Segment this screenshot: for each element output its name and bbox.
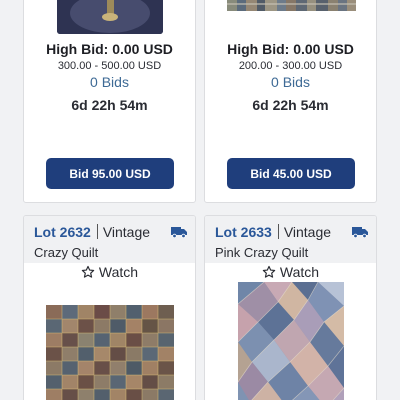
star-outline-icon [81, 265, 95, 278]
divider [277, 224, 279, 239]
lot-card: Lot 2632 Vintage Crazy Quilt Watch [23, 215, 196, 400]
bid-button[interactable]: Bid 95.00 USD [46, 158, 174, 189]
lot-image[interactable] [46, 305, 174, 400]
lot-category: Vintage [102, 224, 151, 240]
divider [96, 224, 98, 239]
bid-button[interactable]: Bid 45.00 USD [227, 158, 355, 189]
lot-title[interactable]: Crazy Quilt [34, 245, 98, 260]
truck-icon [171, 227, 187, 238]
lot-number[interactable]: Lot 2633 [215, 224, 272, 240]
high-bid: High Bid: 0.00 USD [46, 41, 173, 57]
lot-title-line[interactable]: Lot 2633 Vintage [215, 224, 331, 240]
lot-grid: High Bid: 0.00 USD 300.00 - 500.00 USD 0… [0, 0, 400, 400]
truck-icon [352, 227, 368, 238]
watch-label: Watch [279, 264, 320, 280]
bid-count[interactable]: 0 Bids [205, 74, 376, 90]
lot-header: Lot 2632 Vintage Crazy Quilt [24, 216, 195, 263]
lot-image[interactable] [238, 282, 344, 400]
watch-toggle[interactable]: Watch [24, 264, 195, 280]
estimate: 300.00 - 500.00 USD [57, 60, 162, 72]
estimate: 200.00 - 300.00 USD [238, 60, 343, 72]
lot-header: Lot 2633 Vintage Pink Crazy Quilt [205, 216, 376, 263]
lot-card: Lot 2633 Vintage Pink Crazy Quilt Watch [204, 215, 377, 400]
time-left: 6d 22h 54m [71, 97, 148, 113]
time-left: 6d 22h 54m [252, 97, 329, 113]
lot-card: High Bid: 0.00 USD 300.00 - 500.00 USD 0… [23, 0, 196, 203]
bid-count[interactable]: 0 Bids [24, 74, 195, 90]
lot-image[interactable] [57, 0, 163, 34]
high-bid: High Bid: 0.00 USD [227, 41, 354, 57]
lot-number[interactable]: Lot 2632 [34, 224, 91, 240]
lot-card: High Bid: 0.00 USD 200.00 - 300.00 USD 0… [204, 0, 377, 203]
watch-label: Watch [98, 264, 139, 280]
lot-category: Vintage [283, 224, 332, 240]
watch-toggle[interactable]: Watch [205, 264, 376, 280]
lot-title[interactable]: Pink Crazy Quilt [215, 245, 308, 260]
lot-image[interactable] [227, 0, 356, 11]
lot-title-line[interactable]: Lot 2632 Vintage [34, 224, 150, 240]
star-outline-icon [262, 265, 276, 278]
